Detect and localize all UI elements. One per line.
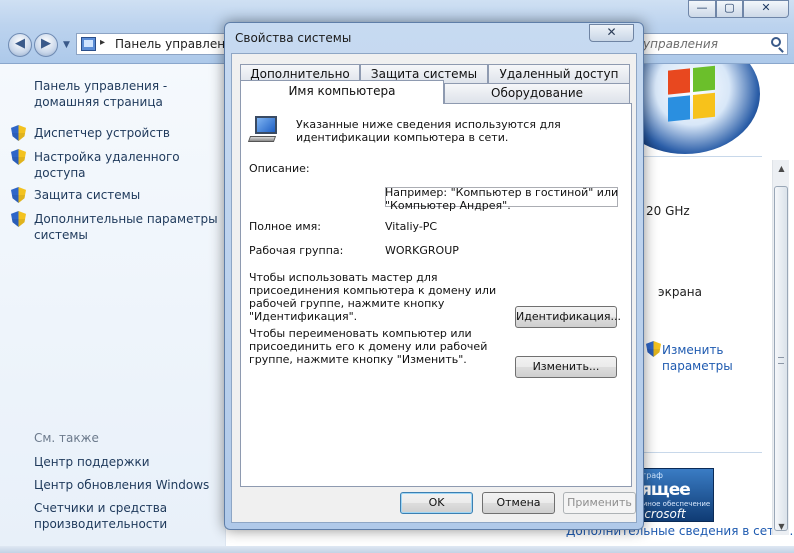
uac-shield-icon [11, 125, 26, 142]
apply-button[interactable]: Применить [563, 492, 636, 514]
back-arrow-icon: ◀ [15, 36, 25, 51]
scroll-up-icon[interactable]: ▲ [773, 160, 790, 177]
uac-shield-icon [646, 341, 661, 358]
sidebar-item-device-manager[interactable]: Диспетчер устройств [34, 125, 170, 141]
uac-shield-icon [11, 187, 26, 204]
sidebar-home-link[interactable]: Панель управления - домашняя страница [34, 78, 167, 110]
workgroup-value: WORKGROUP [385, 244, 459, 257]
computer-name-panel: Указанные ниже сведения используются для… [240, 103, 632, 487]
intro-text: Указанные ниже сведения используются для… [296, 118, 561, 144]
computer-icon [247, 116, 281, 144]
vertical-scrollbar[interactable]: ▲ ▼ [772, 160, 789, 535]
system-info-area: 20 GHz экрана Изменить параметры граф ящ… [640, 64, 794, 553]
cpu-frequency: 20 GHz [646, 204, 690, 218]
forward-button[interactable]: ▶ [34, 33, 58, 57]
dialog-body: Дополнительно Защита системы Удаленный д… [231, 53, 637, 523]
minimize-button[interactable]: — [688, 0, 716, 18]
sidebar-item-windows-update[interactable]: Центр обновления Windows [34, 477, 209, 493]
sidebar-item-remote-settings[interactable]: Настройка удаленного доступа [34, 149, 180, 181]
rename-text: Чтобы переименовать компьютер или присое… [249, 327, 488, 366]
scroll-down-icon[interactable]: ▼ [773, 518, 790, 535]
tab-computer-name[interactable]: Имя компьютера [240, 80, 444, 104]
address-bar[interactable]: ▸ Панель управления [76, 33, 240, 55]
sidebar-item-system-protection[interactable]: Защита системы [34, 187, 140, 203]
scroll-thumb[interactable] [774, 186, 788, 531]
forward-arrow-icon: ▶ [41, 36, 51, 51]
dialog-close-button[interactable]: ✕ [589, 24, 634, 42]
minimize-icon: — [696, 1, 708, 14]
system-properties-dialog: Свойства системы ✕ Дополнительно Защита … [224, 22, 644, 530]
description-label: Описание: [249, 162, 310, 175]
divider [640, 156, 762, 157]
windows-logo-icon [640, 64, 770, 156]
cancel-button[interactable]: Отмена [482, 492, 555, 514]
dialog-title: Свойства системы [235, 31, 352, 45]
close-icon: ✕ [606, 25, 617, 39]
divider [640, 452, 762, 453]
sidebar: Панель управления - домашняя страница Ди… [0, 64, 226, 553]
close-icon: ✕ [761, 1, 771, 14]
ok-button[interactable]: OK [400, 492, 473, 514]
full-name-label: Полное имя: [249, 220, 321, 233]
back-button[interactable]: ◀ [8, 33, 32, 57]
uac-shield-icon [11, 149, 26, 166]
change-settings-link[interactable]: Изменить параметры [662, 342, 733, 374]
breadcrumb-separator-icon[interactable]: ▸ [100, 37, 105, 48]
sidebar-item-advanced-settings[interactable]: Дополнительные параметры системы [34, 211, 218, 243]
search-icon[interactable] [771, 37, 781, 47]
see-also-heading: См. также [34, 431, 99, 445]
tab-remote[interactable]: Удаленный доступ [488, 64, 630, 84]
example-text: Например: "Компьютер в гостиной" или "Ко… [385, 186, 619, 212]
breadcrumb-control-panel[interactable]: Панель управления [115, 37, 240, 51]
genuine-microsoft-badge[interactable]: граф ящее мное обеспечение icrosoft [640, 468, 714, 522]
tab-hardware[interactable]: Оборудование [444, 83, 630, 103]
close-button[interactable]: ✕ [743, 0, 789, 18]
identify-text: Чтобы использовать мастер для присоедине… [249, 271, 497, 323]
window-bottom-edge [0, 546, 794, 553]
maximize-icon: ▢ [724, 1, 735, 14]
search-input[interactable]: управления [640, 33, 788, 55]
control-panel-icon [81, 37, 96, 51]
sidebar-item-action-center[interactable]: Центр поддержки [34, 454, 150, 470]
maximize-button[interactable]: ▢ [716, 0, 743, 18]
change-button[interactable]: Изменить... [515, 356, 617, 378]
recent-pages-chevron-icon[interactable]: ▼ [63, 40, 70, 50]
identify-button[interactable]: Идентификация... [515, 306, 621, 328]
screen-text: экрана [658, 285, 703, 299]
sidebar-item-performance[interactable]: Счетчики и средства производительности [34, 500, 167, 532]
search-placeholder: управления [643, 37, 718, 51]
full-name-value: Vitaliy-PC [385, 220, 438, 233]
uac-shield-icon [11, 211, 26, 228]
workgroup-label: Рабочая группа: [249, 244, 344, 257]
